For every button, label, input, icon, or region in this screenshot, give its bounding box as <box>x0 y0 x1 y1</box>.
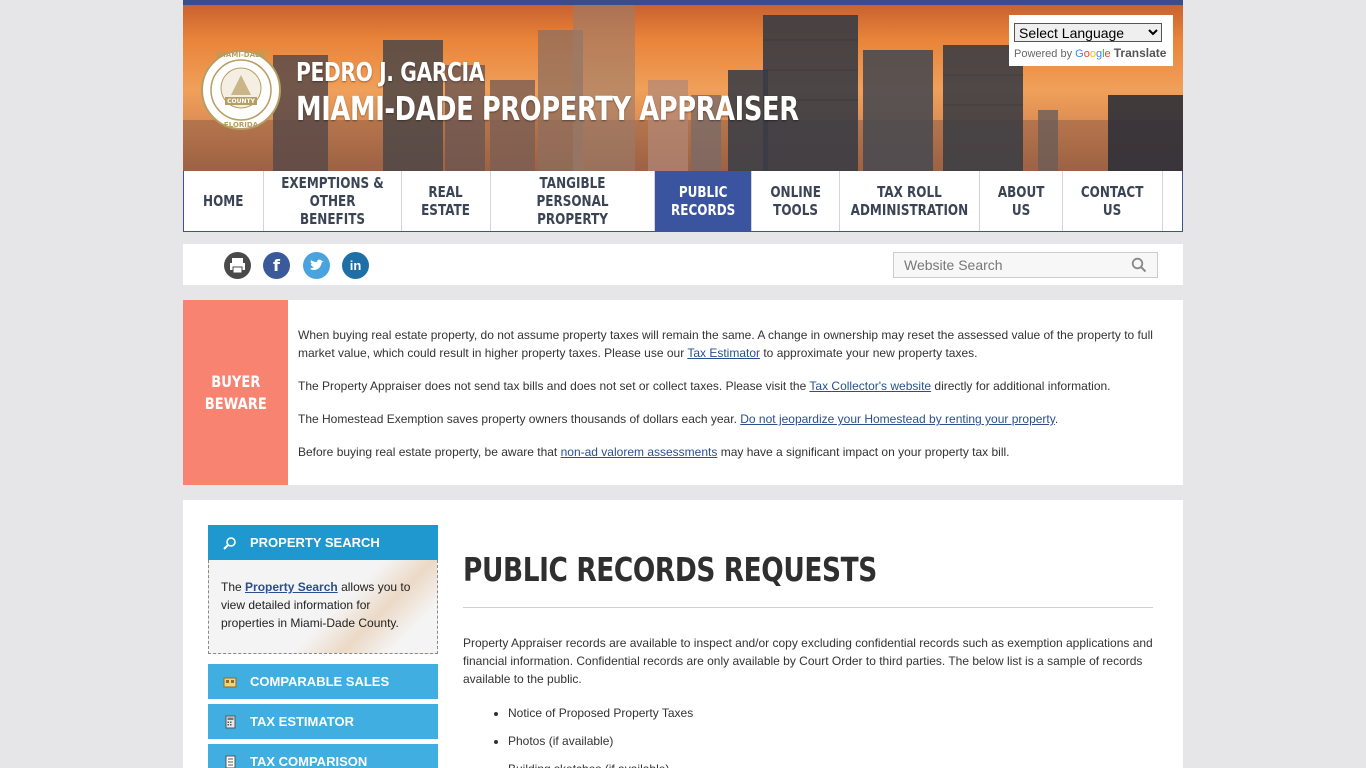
seal-bottom-text: FLORIDA <box>224 121 259 129</box>
translate-link[interactable]: Translate <box>1114 46 1167 60</box>
language-select[interactable]: Select Language <box>1014 23 1162 42</box>
site-title[interactable]: PEDRO J. GARCIA MIAMI-DADE PROPERTY APPR… <box>296 56 940 128</box>
nav-label: ONLINE TOOLS <box>770 183 821 219</box>
buyer-beware-label-text: BUYER BEWARE <box>204 371 267 413</box>
paragraph-text: The Property Appraiser does not send tax… <box>298 379 810 393</box>
list-item: Photos (if available) <box>508 732 1153 750</box>
appraiser-name: PEDRO J. GARCIA <box>296 58 485 88</box>
nav-label: REAL ESTATE <box>421 183 471 219</box>
divider <box>183 485 1183 500</box>
tax-estimator-label: TAX ESTIMATOR <box>250 714 354 729</box>
google-logo: Google <box>1075 48 1111 60</box>
records-list: Notice of Proposed Property Taxes Photos… <box>463 704 1153 768</box>
property-search-header[interactable]: PROPERTY SEARCH <box>208 525 438 560</box>
buyer-beware-paragraph: Before buying real estate property, be a… <box>298 443 1168 461</box>
homestead-renting-link[interactable]: Do not jeopardize your Homestead by rent… <box>740 412 1055 426</box>
property-search-description: The Property Search allows you to view d… <box>208 560 438 654</box>
main-content-area: PROPERTY SEARCH The Property Search allo… <box>183 500 1183 768</box>
utility-toolbar: f in <box>183 244 1183 285</box>
buyer-beware-paragraph: The Property Appraiser does not send tax… <box>298 377 1168 395</box>
comparable-sales-label: COMPARABLE SALES <box>250 674 390 689</box>
print-icon[interactable] <box>224 252 251 279</box>
paragraph-text: to approximate your new property taxes. <box>760 346 978 360</box>
list-item: Building sketches (if available) <box>508 760 1153 768</box>
property-search-link[interactable]: Property Search <box>245 580 338 594</box>
non-ad-valorem-link[interactable]: non-ad valorem assessments <box>561 445 718 459</box>
divider <box>183 285 1183 300</box>
nav-real-estate[interactable]: REAL ESTATE <box>402 171 491 231</box>
paragraph-text: may have a significant impact on your pr… <box>717 445 1010 459</box>
description-text: The <box>221 580 246 594</box>
nav-tangible-personal-property[interactable]: TANGIBLE PERSONAL PROPERTY <box>491 171 655 231</box>
office-name: MIAMI-DADE PROPERTY APPRAISER <box>296 89 799 128</box>
magnifier-icon <box>223 536 236 550</box>
nav-about-us[interactable]: ABOUT US <box>980 171 1063 231</box>
website-search <box>893 252 1158 278</box>
linkedin-icon[interactable]: in <box>342 252 369 279</box>
nav-tax-roll-administration[interactable]: TAX ROLL ADMINISTRATION <box>840 171 980 231</box>
tax-estimator-link[interactable]: Tax Estimator <box>687 346 760 360</box>
google-translate-widget: Select Language Powered by Google Transl… <box>1009 15 1173 66</box>
seal-top-text: MIAMI-DADE <box>216 51 266 59</box>
county-seal-logo: COUNTY MIAMI-DADE FLORIDA <box>201 50 281 130</box>
paragraph-text: The Homestead Exemption saves property o… <box>298 412 741 426</box>
title-divider <box>463 607 1153 608</box>
powered-by-label: Powered by <box>1014 48 1073 60</box>
tax-comparison-button[interactable]: TAX COMPARISON <box>208 744 438 768</box>
document-icon <box>225 755 236 768</box>
paragraph-text: . <box>1054 412 1059 426</box>
page-wrapper: COUNTY MIAMI-DADE FLORIDA PEDRO J. GARCI… <box>183 0 1183 768</box>
property-search-title: PROPERTY SEARCH <box>250 535 380 550</box>
paragraph-text: directly for additional information. <box>931 379 1111 393</box>
buyer-beware-paragraph: The Homestead Exemption saves property o… <box>298 410 1168 428</box>
nav-label: PUBLIC RECORDS <box>670 183 736 219</box>
comparable-sales-icon <box>223 677 237 687</box>
buyer-beware-label: BUYER BEWARE <box>183 300 288 485</box>
comparable-sales-button[interactable]: COMPARABLE SALES <box>208 664 438 699</box>
twitter-icon[interactable] <box>303 252 330 279</box>
nav-label: TANGIBLE PERSONAL PROPERTY <box>536 174 609 228</box>
nav-online-tools[interactable]: ONLINE TOOLS <box>752 171 840 231</box>
nav-contact-us[interactable]: CONTACT US <box>1063 171 1163 231</box>
tax-comparison-label: TAX COMPARISON <box>250 754 368 768</box>
nav-label: HOME <box>203 192 244 210</box>
buyer-beware-paragraph: When buying real estate property, do not… <box>298 326 1168 362</box>
nav-exemptions[interactable]: EXEMPTIONS & OTHER BENEFITS <box>264 171 402 231</box>
article: PUBLIC RECORDS REQUESTS Property Apprais… <box>463 500 1153 768</box>
calculator-icon <box>225 715 236 728</box>
sidebar: PROPERTY SEARCH The Property Search allo… <box>208 525 438 768</box>
buyer-beware-text: When buying real estate property, do not… <box>298 326 1168 476</box>
nav-public-records[interactable]: PUBLIC RECORDS <box>655 171 752 231</box>
powered-by-google: Powered by Google Translate <box>1014 46 1168 60</box>
list-item: Notice of Proposed Property Taxes <box>508 704 1153 722</box>
nav-home[interactable]: HOME <box>184 171 264 231</box>
divider <box>183 232 1183 244</box>
tax-estimator-button[interactable]: TAX ESTIMATOR <box>208 704 438 739</box>
page-title: PUBLIC RECORDS REQUESTS <box>463 550 877 589</box>
intro-paragraph: Property Appraiser records are available… <box>463 636 1153 686</box>
facebook-icon[interactable]: f <box>263 252 290 279</box>
search-icon[interactable] <box>1131 257 1147 273</box>
seal-county-text: COUNTY <box>227 98 255 105</box>
site-header: COUNTY MIAMI-DADE FLORIDA PEDRO J. GARCI… <box>183 0 1183 171</box>
paragraph-text: Before buying real estate property, be a… <box>298 445 561 459</box>
tax-collector-link[interactable]: Tax Collector's website <box>809 379 931 393</box>
nav-label: ABOUT US <box>997 183 1045 219</box>
nav-label: TAX ROLL ADMINISTRATION <box>850 183 969 219</box>
main-navigation: HOME EXEMPTIONS & OTHER BENEFITS REAL ES… <box>183 171 1183 232</box>
buyer-beware-panel: BUYER BEWARE When buying real estate pro… <box>183 300 1183 485</box>
nav-label: CONTACT US <box>1081 183 1144 219</box>
search-input[interactable] <box>894 253 1134 277</box>
nav-label: EXEMPTIONS & OTHER BENEFITS <box>281 174 384 228</box>
